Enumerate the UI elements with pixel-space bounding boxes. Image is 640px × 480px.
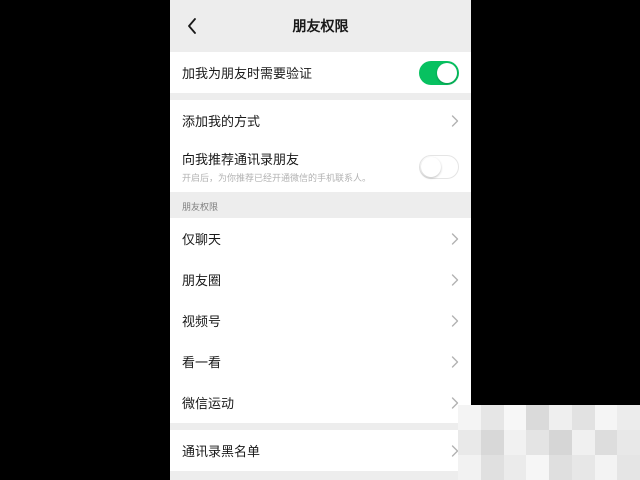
- recommend-sublabel: 开启后，为你推荐已经开通微信的手机联系人。: [182, 174, 372, 184]
- chevron-right-icon: [451, 314, 459, 327]
- settings-screen: 朋友权限 加我为朋友时需要验证 添加我的方式 向我推荐通讯录朋友 开启后，为你推…: [170, 0, 471, 480]
- verify-toggle[interactable]: [419, 60, 459, 85]
- verify-group: 加我为朋友时需要验证: [170, 52, 471, 93]
- toggle-knob: [421, 156, 441, 177]
- permission-item-chat-only[interactable]: 仅聊天: [170, 218, 471, 259]
- add-methods-label: 添加我的方式: [182, 115, 261, 130]
- permission-item-top-stories[interactable]: 看一看: [170, 341, 471, 382]
- navigation-bar: 朋友权限: [170, 0, 471, 52]
- permission-item-label: 微信运动: [182, 397, 235, 412]
- permissions-group: 仅聊天 朋友圈 视频号 看一看 微信运动: [170, 218, 471, 423]
- blacklist-group: 通讯录黑名单: [170, 430, 471, 471]
- chevron-right-icon: [451, 355, 459, 368]
- blacklist-cell[interactable]: 通讯录黑名单: [170, 430, 471, 471]
- add-methods-group: 添加我的方式 向我推荐通讯录朋友 开启后，为你推荐已经开通微信的手机联系人。: [170, 100, 471, 192]
- chevron-right-icon: [451, 273, 459, 286]
- permission-item-label: 看一看: [182, 356, 222, 371]
- permission-item-label: 朋友圈: [182, 274, 222, 289]
- group-gap: [170, 423, 471, 430]
- recommend-toggle[interactable]: [419, 154, 459, 179]
- page-title: 朋友权限: [292, 19, 349, 35]
- permissions-section-header: 朋友权限: [182, 203, 219, 213]
- add-methods-cell[interactable]: 添加我的方式: [170, 100, 471, 141]
- verify-cell: 加我为朋友时需要验证: [170, 52, 471, 93]
- blacklist-label: 通讯录黑名单: [182, 445, 261, 460]
- recommend-label: 向我推荐通讯录朋友: [182, 153, 300, 168]
- permission-item-label: 视频号: [182, 315, 222, 330]
- chevron-right-icon: [451, 114, 459, 127]
- recommend-cell: 向我推荐通讯录朋友 开启后，为你推荐已经开通微信的手机联系人。: [170, 141, 471, 192]
- group-gap: [170, 93, 471, 100]
- permission-item-moments[interactable]: 朋友圈: [170, 259, 471, 300]
- toggle-knob: [437, 62, 457, 83]
- permission-item-channels[interactable]: 视频号: [170, 300, 471, 341]
- chevron-right-icon: [451, 232, 459, 245]
- permission-item-label: 仅聊天: [182, 233, 222, 248]
- watermark-mosaic: [458, 405, 640, 480]
- verify-label: 加我为朋友时需要验证: [182, 67, 313, 82]
- permission-item-werun[interactable]: 微信运动: [170, 382, 471, 423]
